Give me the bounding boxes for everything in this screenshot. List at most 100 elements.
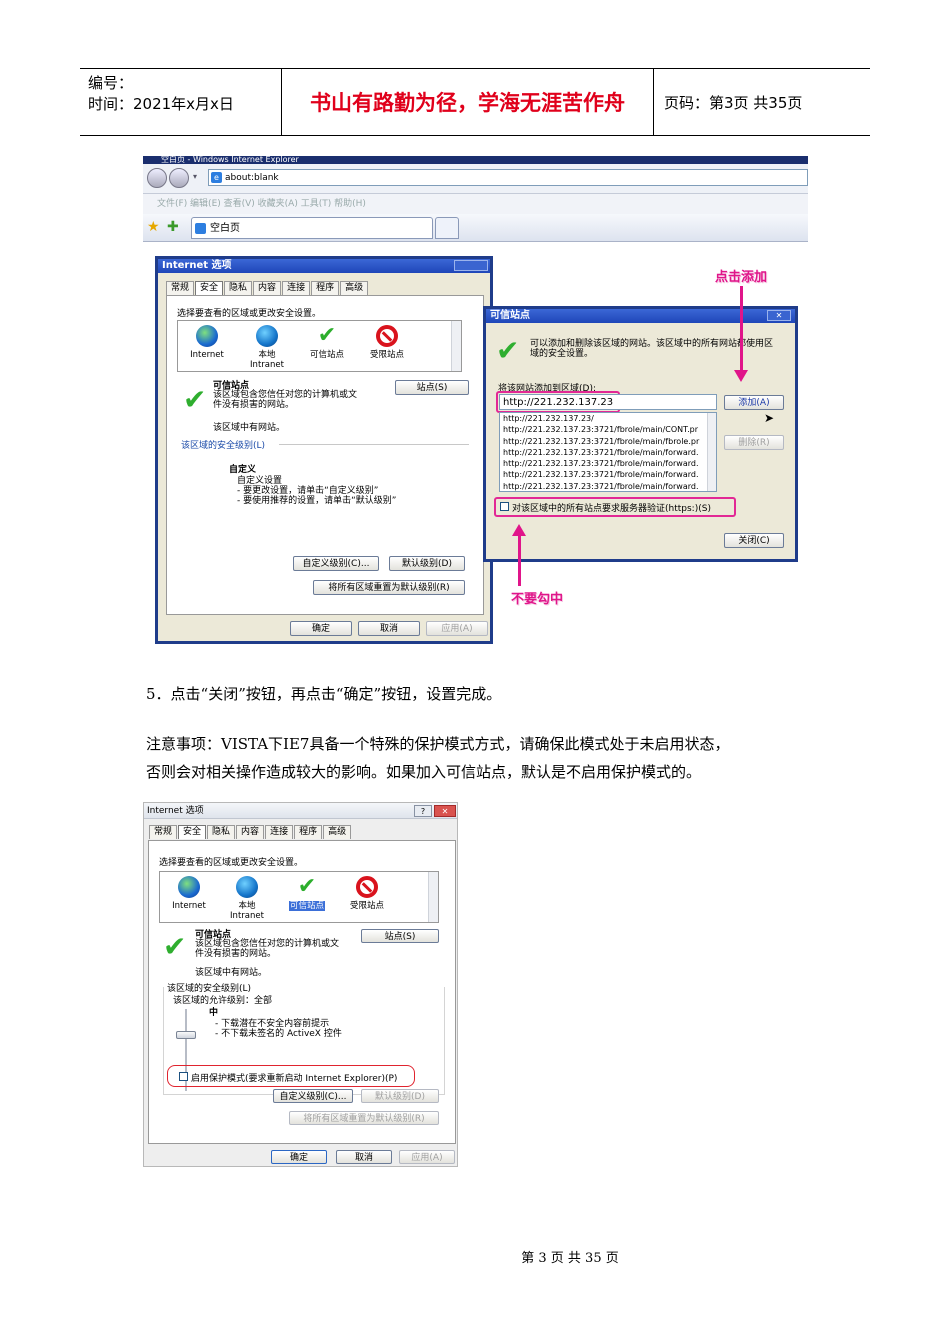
trusted-check-icon: ✔ xyxy=(163,930,187,963)
tab-general[interactable]: 常规 xyxy=(149,825,178,839)
tab-connections[interactable]: 连接 xyxy=(282,281,311,295)
site-item[interactable]: http://221.232.137.23:3721/fbrole/main/C… xyxy=(503,424,716,435)
close-icon[interactable]: ✕ xyxy=(767,310,791,321)
intranet-icon xyxy=(256,325,278,347)
zone-sites-note: 该区域中有网站。 xyxy=(195,968,268,978)
reset-all-zones-button[interactable]: 将所有区域重置为默认级别(R) xyxy=(313,580,465,595)
note-line-2: 否则会对相关操作造成较大的影响。如果加入可信站点，默认是不启用保护模式的。 xyxy=(146,763,702,781)
tab-advanced[interactable]: 高级 xyxy=(323,825,352,839)
note-line-1: 注意事项：VISTA下IE7具备一个特殊的保护模式方式，请确保此模式处于未启用状… xyxy=(146,735,730,753)
ie-menu-bar[interactable]: 文件(F) 编辑(E) 查看(V) 收藏夹(A) 工具(T) 帮助(H) xyxy=(143,194,808,214)
options-tabs[interactable]: 常规 安全 隐私 内容 连接 程序 高级 xyxy=(149,825,352,839)
protected-mode-checkbox[interactable] xyxy=(179,1072,188,1081)
internet-options-dialog: Internet 选项 常规 安全 隐私 内容 连接 程序 高级 选择要查看的区域或更改安全… xyxy=(155,256,493,644)
check-icon: ✔ xyxy=(317,323,337,348)
ie-page-icon xyxy=(195,223,206,234)
zone-restricted[interactable]: 受限站点 xyxy=(342,876,392,911)
time-label: 时间：2021年x月x日 xyxy=(88,95,234,113)
sites-button[interactable]: 站点(S) xyxy=(395,380,469,395)
sites-button[interactable]: 站点(S) xyxy=(361,929,439,943)
site-item[interactable]: http://221.232.137.23:3721/fbrole/main/f… xyxy=(503,458,716,469)
zone-trusted[interactable]: ✔ 可信站点 xyxy=(282,876,332,911)
tab-content[interactable]: 内容 xyxy=(236,825,265,839)
help-icon[interactable]: ? xyxy=(414,805,432,817)
remove-button[interactable]: 删除(R) xyxy=(724,435,784,450)
select-zone-text: 选择要查看的区域或更改安全设置。 xyxy=(177,309,322,319)
zone-label: 可信站点 xyxy=(309,350,344,360)
site-item[interactable]: http://221.232.137.23:3721/fbrole/main/f… xyxy=(503,469,716,480)
security-slider-thumb[interactable] xyxy=(176,1031,196,1039)
intranet-icon xyxy=(236,876,258,898)
dialog-title: 可信站点 xyxy=(486,309,795,323)
site-item[interactable]: http://221.232.137.23:3721/fbrole/main/f… xyxy=(503,481,716,491)
custom-line: 自定义设置 xyxy=(237,476,283,486)
options-tabs[interactable]: 常规 安全 隐私 内容 连接 程序 高级 xyxy=(166,281,369,295)
zone-label: 受限站点 xyxy=(369,350,404,360)
chevron-down-icon[interactable]: ▾ xyxy=(193,172,197,181)
favorites-star-icon[interactable]: ★ xyxy=(147,219,160,235)
header-page-code: 页码：第3页 共35页 xyxy=(664,93,803,112)
mouse-cursor-icon: ➤ xyxy=(764,411,775,425)
ok-button[interactable]: 确定 xyxy=(290,621,352,636)
zone-trusted[interactable]: ✔ 可信站点 xyxy=(302,323,352,361)
tab-advanced[interactable]: 高级 xyxy=(340,281,369,295)
close-button[interactable]: 关闭(C) xyxy=(724,533,784,548)
custom-level-button[interactable]: 自定义级别(C)... xyxy=(273,1089,353,1103)
cancel-button[interactable]: 取消 xyxy=(358,621,420,636)
arrow-up-shaft xyxy=(518,536,521,586)
zone-scrollbar[interactable] xyxy=(428,872,438,922)
zone-list: Internet 本地 Intranet ✔ 可信站点 受限站点 xyxy=(159,871,439,923)
zone-internet[interactable]: Internet xyxy=(182,325,232,360)
new-tab-button[interactable] xyxy=(435,217,459,239)
select-zone-text: 选择要查看的区域或更改安全设置。 xyxy=(159,858,304,868)
tab-security[interactable]: 安全 xyxy=(195,281,224,295)
zone-intranet[interactable]: 本地 Intranet xyxy=(242,325,292,370)
site-item[interactable]: http://221.232.137.23:3721/fbrole/main/f… xyxy=(503,447,716,458)
back-icon[interactable] xyxy=(147,168,167,188)
trusted-check-icon: ✔ xyxy=(183,383,207,416)
tab-programs[interactable]: 程序 xyxy=(294,825,323,839)
add-favorite-icon[interactable]: ✚ xyxy=(167,219,179,235)
site-item[interactable]: http://221.232.137.23:3721/fbrole/main/f… xyxy=(503,436,716,447)
cancel-button[interactable]: 取消 xyxy=(336,1150,392,1164)
security-pane: 选择要查看的区域或更改安全设置。 Internet 本地 Intranet ✔ 可… xyxy=(148,840,456,1144)
default-level-button[interactable]: 默认级别(D) xyxy=(389,556,465,571)
forward-icon[interactable] xyxy=(169,168,189,188)
add-button[interactable]: 添加(A) xyxy=(724,395,784,410)
https-checkbox[interactable] xyxy=(500,502,509,511)
sites-scrollbar[interactable] xyxy=(707,413,716,491)
apply-button[interactable]: 应用(A) xyxy=(399,1150,455,1164)
tab-connections[interactable]: 连接 xyxy=(265,825,294,839)
zone-internet[interactable]: Internet xyxy=(164,876,214,911)
tab-general[interactable]: 常规 xyxy=(166,281,195,295)
title-buttons[interactable] xyxy=(454,260,488,271)
tab-content[interactable]: 内容 xyxy=(253,281,282,295)
dialog-title: Internet 选项 xyxy=(144,803,457,819)
ok-button[interactable]: 确定 xyxy=(271,1150,327,1164)
tab-security[interactable]: 安全 xyxy=(178,825,207,839)
custom-level-button[interactable]: 自定义级别(C)... xyxy=(293,556,379,571)
reset-all-zones-button[interactable]: 将所有区域重置为默认级别(R) xyxy=(289,1111,439,1125)
tab-privacy[interactable]: 隐私 xyxy=(224,281,253,295)
zone-description: 该区域包含您信任对您的计算机或文件没有损害的网站。 xyxy=(195,939,340,959)
zone-label: 可信站点 xyxy=(288,901,325,911)
ie-tab-blank[interactable]: 空白页 xyxy=(191,217,433,239)
tab-privacy[interactable]: 隐私 xyxy=(207,825,236,839)
site-item[interactable]: http://221.232.137.23/ xyxy=(503,413,716,424)
security-pane: 选择要查看的区域或更改安全设置。 Internet 本地 Intranet ✔ 可… xyxy=(166,295,484,615)
apply-button[interactable]: 应用(A) xyxy=(426,621,488,636)
zone-restricted[interactable]: 受限站点 xyxy=(362,325,412,360)
zone-scrollbar[interactable] xyxy=(451,321,461,371)
address-bar[interactable]: e about:blank xyxy=(208,169,808,186)
default-level-button[interactable]: 默认级别(D) xyxy=(361,1089,439,1103)
tab-programs[interactable]: 程序 xyxy=(311,281,340,295)
restricted-icon xyxy=(356,876,378,898)
document-header: 编号： 时间：2021年x月x日 书山有路勤为径，学海无涯苦作舟 页码：第3页 … xyxy=(80,68,870,136)
site-url-input[interactable]: http://221.232.137.23 xyxy=(499,394,717,410)
globe-icon xyxy=(178,876,200,898)
number-label: 编号： xyxy=(88,74,134,92)
sites-list[interactable]: http://221.232.137.23/ http://221.232.13… xyxy=(499,412,717,492)
close-icon[interactable]: ✕ xyxy=(434,805,456,817)
arrow-up-icon xyxy=(512,524,526,536)
zone-intranet[interactable]: 本地 Intranet xyxy=(222,876,272,921)
